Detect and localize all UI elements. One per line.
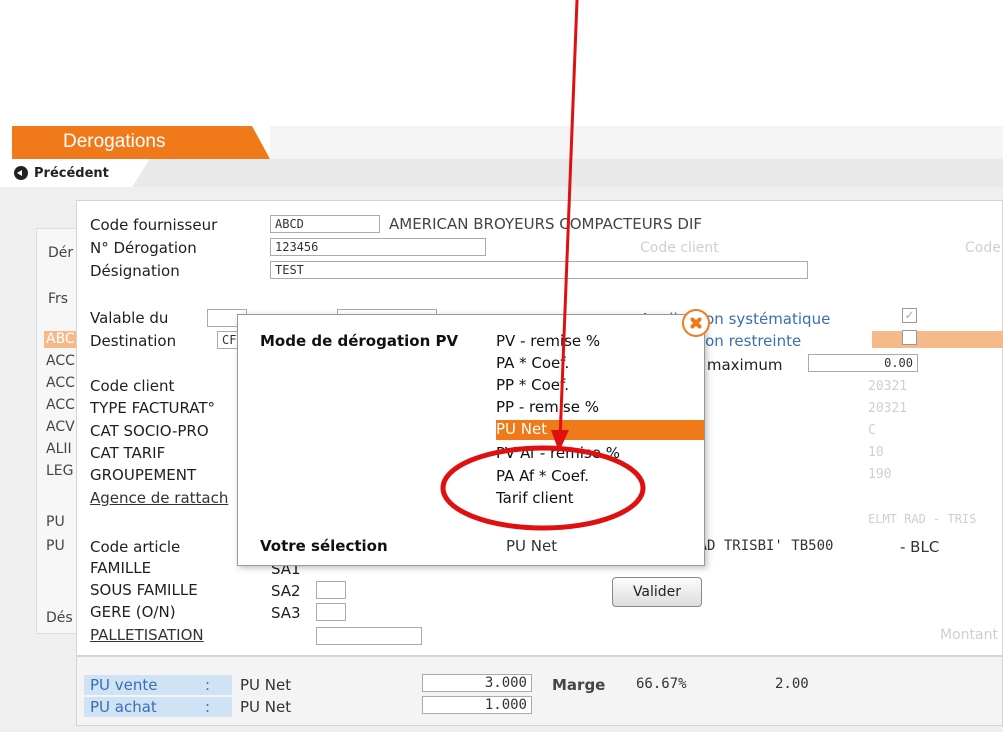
annotation-arrow-line <box>558 0 579 441</box>
annotation-circle <box>440 445 646 531</box>
annotation-overlay <box>440 0 646 531</box>
